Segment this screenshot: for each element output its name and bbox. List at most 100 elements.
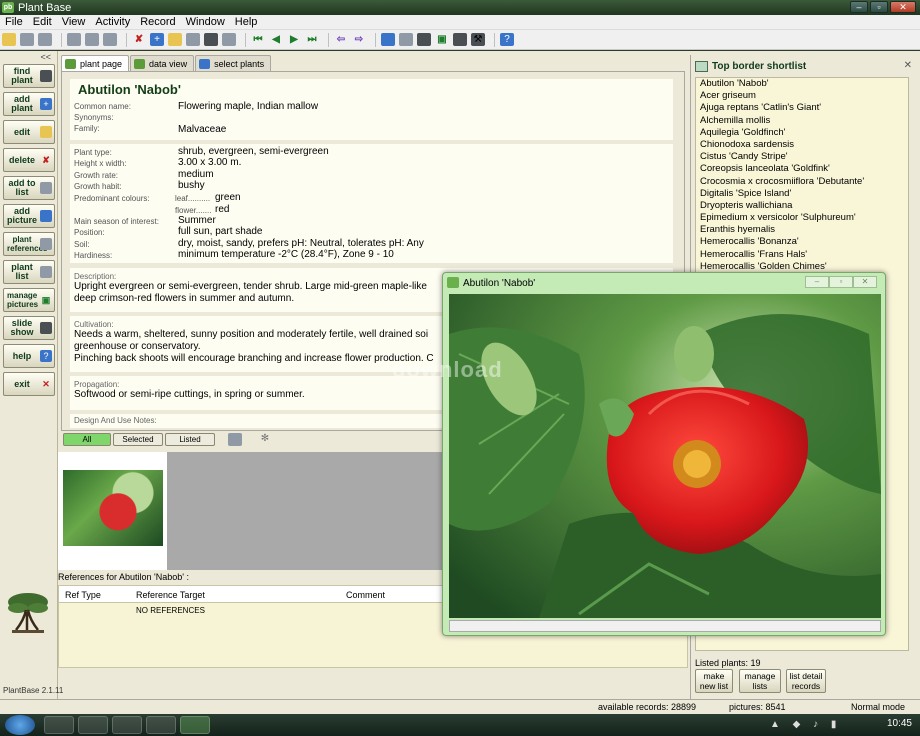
col-ref-type[interactable]: Ref Type bbox=[65, 590, 101, 600]
panel-close-icon[interactable]: ✕ bbox=[904, 60, 912, 71]
list-item[interactable]: Hemerocallis 'Frans Hals' bbox=[696, 249, 908, 261]
first-record-icon[interactable]: ⏮ bbox=[251, 33, 265, 46]
copy-icon[interactable] bbox=[67, 33, 81, 46]
add-to-list-button[interactable]: add to list bbox=[3, 176, 55, 200]
tab-plant-page[interactable]: plant page bbox=[61, 55, 130, 72]
slide-show-button[interactable]: slide show bbox=[3, 316, 55, 340]
list-item[interactable]: Acer griseum bbox=[696, 90, 908, 102]
taskbar-plantbase[interactable] bbox=[180, 716, 210, 734]
filter-listed-button[interactable]: Listed bbox=[165, 433, 215, 446]
add-picture-button[interactable]: add picture bbox=[3, 204, 55, 228]
add-to-list-icon bbox=[40, 182, 52, 194]
delete-icon: ✘ bbox=[42, 155, 50, 165]
tab-data-view[interactable]: data view bbox=[130, 55, 195, 71]
help-icon: ? bbox=[40, 350, 52, 362]
list-item[interactable]: Coreopsis lanceolata 'Goldfink' bbox=[696, 163, 908, 175]
menu-window[interactable]: Window bbox=[181, 16, 230, 28]
paste-icon[interactable] bbox=[103, 33, 117, 46]
settings-icon[interactable]: ✻ bbox=[258, 432, 272, 445]
minimize-button[interactable]: – bbox=[850, 1, 868, 13]
system-tray-icons[interactable]: ▲ ◆ ♪ ▮ bbox=[770, 719, 841, 730]
open-icon[interactable] bbox=[2, 33, 16, 46]
tab-select-plants[interactable]: select plants bbox=[195, 55, 272, 71]
list-item[interactable]: Ajuga reptans 'Catlin's Giant' bbox=[696, 102, 908, 114]
add-picture-tool-icon[interactable] bbox=[186, 33, 200, 46]
table-icon[interactable] bbox=[399, 33, 413, 46]
next-record-icon[interactable]: ▶ bbox=[287, 33, 301, 46]
forward-icon[interactable]: ⇨ bbox=[352, 33, 366, 46]
list-item[interactable]: Eranthis hyemalis bbox=[696, 224, 908, 236]
plant-list-button[interactable]: plant list bbox=[3, 260, 55, 284]
viewer-close-button[interactable]: ✕ bbox=[853, 276, 877, 288]
list-header-icon bbox=[695, 61, 708, 72]
filter-all-button[interactable]: All bbox=[63, 433, 111, 446]
plant-references-button[interactable]: plant references bbox=[3, 232, 55, 256]
window-icon[interactable] bbox=[381, 33, 395, 46]
menu-activity[interactable]: Activity bbox=[90, 16, 135, 28]
col-reference-target[interactable]: Reference Target bbox=[136, 590, 205, 600]
add-to-list-tool-icon[interactable] bbox=[222, 33, 236, 46]
save-icon[interactable] bbox=[20, 33, 34, 46]
family-value: Malvaceae bbox=[178, 124, 227, 135]
plant-thumbnail[interactable] bbox=[63, 470, 163, 546]
menu-view[interactable]: View bbox=[57, 16, 91, 28]
last-record-icon[interactable]: ⏭ bbox=[305, 33, 319, 46]
menu-edit[interactable]: Edit bbox=[28, 16, 57, 28]
exit-button[interactable]: exit ✕ bbox=[3, 372, 55, 396]
list-item[interactable]: Dryopteris wallichiana bbox=[696, 200, 908, 212]
sidebar-collapse-button[interactable]: << bbox=[40, 52, 51, 62]
data-view-tab-icon bbox=[134, 58, 146, 69]
start-button[interactable] bbox=[5, 715, 35, 735]
view-pictures-icon[interactable] bbox=[228, 433, 242, 446]
list-item[interactable]: Epimedium x versicolor 'Sulphureum' bbox=[696, 212, 908, 224]
add-record-icon[interactable]: + bbox=[150, 33, 164, 46]
menu-help[interactable]: Help bbox=[230, 16, 263, 28]
back-icon[interactable]: ⇦ bbox=[334, 33, 348, 46]
list-item[interactable]: Digitalis 'Spice Island' bbox=[696, 188, 908, 200]
print-icon[interactable] bbox=[38, 33, 52, 46]
help-button[interactable]: help ? bbox=[3, 344, 55, 368]
find-icon[interactable] bbox=[204, 33, 218, 46]
menu-file[interactable]: File bbox=[0, 16, 28, 28]
taskbar-explorer[interactable] bbox=[44, 716, 74, 734]
taskbar-app-4[interactable] bbox=[146, 716, 176, 734]
title-bar: pb Plant Base – ▫ ✕ bbox=[0, 0, 920, 15]
clock[interactable]: 10:45 bbox=[887, 718, 912, 729]
manage-pictures-button[interactable]: manage pictures ▣ bbox=[3, 288, 55, 312]
filter-selected-button[interactable]: Selected bbox=[113, 433, 163, 446]
col-comment[interactable]: Comment bbox=[346, 590, 385, 600]
manage-lists-button[interactable]: manage lists bbox=[739, 669, 781, 693]
viewer-minimize-button[interactable]: – bbox=[805, 276, 829, 288]
close-button[interactable]: ✕ bbox=[890, 1, 916, 13]
tools-icon[interactable]: ⚒ bbox=[471, 33, 485, 46]
maximize-button[interactable]: ▫ bbox=[870, 1, 888, 13]
find-plant-button[interactable]: find plant bbox=[3, 64, 55, 88]
list-icon bbox=[40, 266, 52, 278]
list-item[interactable]: Crocosmia x crocosmiiflora 'Debutante' bbox=[696, 176, 908, 188]
edit-record-icon[interactable] bbox=[168, 33, 182, 46]
projector-tool-icon[interactable] bbox=[417, 33, 431, 46]
menu-record[interactable]: Record bbox=[135, 16, 180, 28]
viewer-maximize-button[interactable]: ▫ bbox=[829, 276, 853, 288]
list-detail-records-button[interactable]: list detail records bbox=[786, 669, 826, 693]
add-plant-button[interactable]: add plant + bbox=[3, 92, 55, 116]
help-tool-icon[interactable]: ? bbox=[500, 33, 514, 46]
picture-tool-icon[interactable]: ▣ bbox=[435, 33, 449, 46]
list-item[interactable]: Hemerocallis 'Bonanza' bbox=[696, 236, 908, 248]
delete-button[interactable]: delete ✘ bbox=[3, 148, 55, 172]
list-item[interactable]: Chionodoxa sardensis bbox=[696, 139, 908, 151]
list-item[interactable]: Abutilon 'Nabob' bbox=[696, 78, 908, 90]
list-item[interactable]: Cistus 'Candy Stripe' bbox=[696, 151, 908, 163]
taskbar: ▲ ◆ ♪ ▮ 10:45 bbox=[0, 714, 920, 736]
delete-record-icon[interactable]: ✘ bbox=[132, 33, 146, 46]
make-new-list-button[interactable]: make new list bbox=[695, 669, 733, 693]
previous-record-icon[interactable]: ◀ bbox=[269, 33, 283, 46]
printer-tool-icon[interactable] bbox=[453, 33, 467, 46]
viewer-app-icon bbox=[447, 277, 459, 288]
cut-icon[interactable] bbox=[85, 33, 99, 46]
taskbar-opera[interactable] bbox=[112, 716, 142, 734]
taskbar-app-2[interactable] bbox=[78, 716, 108, 734]
list-item[interactable]: Aquilegia 'Goldfinch' bbox=[696, 127, 908, 139]
list-item[interactable]: Alchemilla mollis bbox=[696, 115, 908, 127]
edit-button[interactable]: edit bbox=[3, 120, 55, 144]
